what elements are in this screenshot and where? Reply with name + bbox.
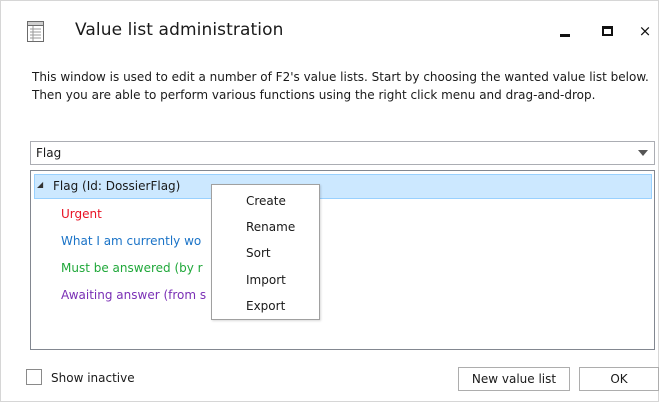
new-value-list-button[interactable]: New value list <box>458 367 570 391</box>
maximize-icon <box>601 26 613 36</box>
tree-item-label: Awaiting answer (from s <box>61 288 207 302</box>
value-tree[interactable]: ◢ Flag (Id: DossierFlag) Urgent What I a… <box>30 170 655 350</box>
tree-item-label: What I am currently wo <box>61 234 202 248</box>
context-menu: Create Rename Sort Import Export <box>211 184 320 320</box>
menu-item-import[interactable]: Import <box>246 273 286 287</box>
menu-item-export[interactable]: Export <box>246 299 285 313</box>
menu-item-rename[interactable]: Rename <box>246 220 295 234</box>
ok-button[interactable]: OK <box>579 367 659 391</box>
description-text: This window is used to edit a number of … <box>32 70 649 102</box>
show-inactive-label[interactable]: Show inactive <box>51 371 135 385</box>
value-list-selected: Flag <box>36 146 62 160</box>
tree-item[interactable]: What I am currently wo <box>61 234 201 248</box>
tree-root-label: Flag (Id: DossierFlag) <box>53 179 181 193</box>
menu-item-sort[interactable]: Sort <box>246 246 271 260</box>
tree-item[interactable]: Urgent <box>61 207 102 221</box>
tree-item-label: Must be answered (by r <box>61 261 203 275</box>
value-list-dropdown[interactable]: Flag <box>30 141 655 165</box>
tree-root-node[interactable]: ◢ Flag (Id: DossierFlag) <box>34 174 652 199</box>
minimize-icon <box>560 33 570 37</box>
maximize-button[interactable] <box>589 15 625 47</box>
value-list-admin-window: Value list administration × This window … <box>0 0 659 402</box>
tree-item-label: Urgent <box>61 207 102 221</box>
list-document-icon <box>27 21 44 42</box>
tree-item[interactable]: Awaiting answer (from s <box>61 288 206 302</box>
menu-item-create[interactable]: Create <box>246 194 286 208</box>
close-button[interactable]: × <box>627 15 659 47</box>
tree-item[interactable]: Must be answered (by r <box>61 261 203 275</box>
expand-triangle-icon[interactable]: ◢ <box>37 180 43 189</box>
window-title: Value list administration <box>75 20 284 40</box>
title-bar[interactable]: Value list administration × <box>1 1 658 61</box>
minimize-button[interactable] <box>547 15 583 47</box>
chevron-down-icon[interactable] <box>638 150 648 156</box>
close-icon: × <box>638 22 652 40</box>
show-inactive-checkbox[interactable] <box>26 369 42 385</box>
